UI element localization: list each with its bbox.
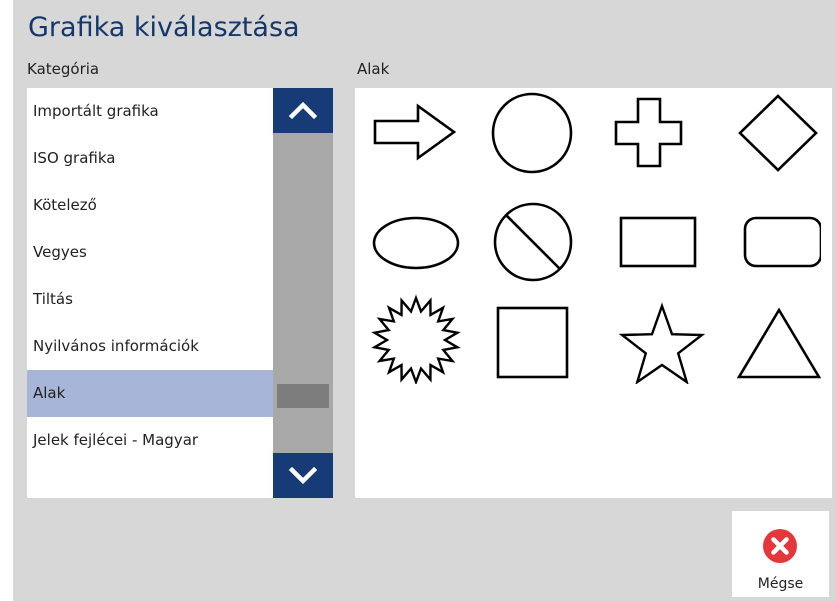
- ellipse-outline-icon: [372, 216, 460, 270]
- category-item-importalt-grafika[interactable]: Importált grafika: [27, 88, 273, 135]
- shape-gallery: [355, 88, 832, 498]
- prohibition-circle-icon: [493, 202, 573, 282]
- chevron-up-icon: [288, 101, 318, 120]
- square-outline-icon: [496, 306, 569, 379]
- category-item-kotelezo[interactable]: Kötelező: [27, 182, 273, 229]
- category-item-alak[interactable]: Alak: [27, 370, 273, 417]
- close-circle-icon: [763, 529, 797, 563]
- graphic-select-dialog: Grafika kiválasztása Kategória Alak Impo…: [13, 0, 836, 601]
- shape-star[interactable]: [589, 288, 705, 384]
- diamond-outline-icon: [738, 94, 818, 172]
- starburst-outline-icon: [371, 294, 461, 384]
- category-label: Kategória: [27, 60, 100, 78]
- shape-ellipse[interactable]: [357, 188, 473, 284]
- shape-rounded-rectangle[interactable]: [705, 188, 821, 284]
- category-item-nyilvanos-informaciok[interactable]: Nyilvános információk: [27, 323, 273, 370]
- cross-outline-icon: [614, 97, 683, 168]
- scroll-thumb[interactable]: [277, 384, 329, 408]
- shape-circle[interactable]: [473, 88, 589, 184]
- arrow-right-outline-icon: [373, 103, 457, 161]
- shape-rectangle[interactable]: [589, 188, 705, 284]
- chevron-down-icon: [288, 466, 318, 485]
- shape-starburst[interactable]: [357, 288, 473, 384]
- rounded-rectangle-outline-icon: [743, 216, 821, 268]
- shape-diamond[interactable]: [705, 88, 821, 184]
- category-scrollbar[interactable]: [273, 88, 333, 498]
- scroll-up-button[interactable]: [273, 88, 333, 133]
- rectangle-outline-icon: [619, 216, 697, 268]
- shape-cross[interactable]: [589, 88, 705, 184]
- scroll-down-button[interactable]: [273, 453, 333, 498]
- shape-square[interactable]: [473, 288, 589, 384]
- category-item-vegyes[interactable]: Vegyes: [27, 229, 273, 276]
- category-item-tiltas[interactable]: Tiltás: [27, 276, 273, 323]
- shape-arrow-right[interactable]: [357, 88, 473, 184]
- star-outline-icon: [618, 302, 705, 384]
- triangle-outline-icon: [736, 307, 821, 379]
- cancel-label: Mégse: [757, 576, 804, 592]
- shape-triangle[interactable]: [705, 288, 821, 384]
- category-list: Importált grafika ISO grafika Kötelező V…: [27, 88, 273, 498]
- shape-prohibition[interactable]: [473, 188, 589, 284]
- dialog-title: Grafika kiválasztása: [28, 12, 300, 43]
- shapes-label: Alak: [357, 60, 390, 78]
- category-item-jelek-fejlecei-magyar[interactable]: Jelek fejlécei - Magyar: [27, 417, 273, 464]
- category-panel: Importált grafika ISO grafika Kötelező V…: [27, 88, 333, 498]
- circle-outline-icon: [491, 92, 573, 174]
- cancel-button[interactable]: Mégse: [732, 511, 829, 597]
- category-item-iso-grafika[interactable]: ISO grafika: [27, 135, 273, 182]
